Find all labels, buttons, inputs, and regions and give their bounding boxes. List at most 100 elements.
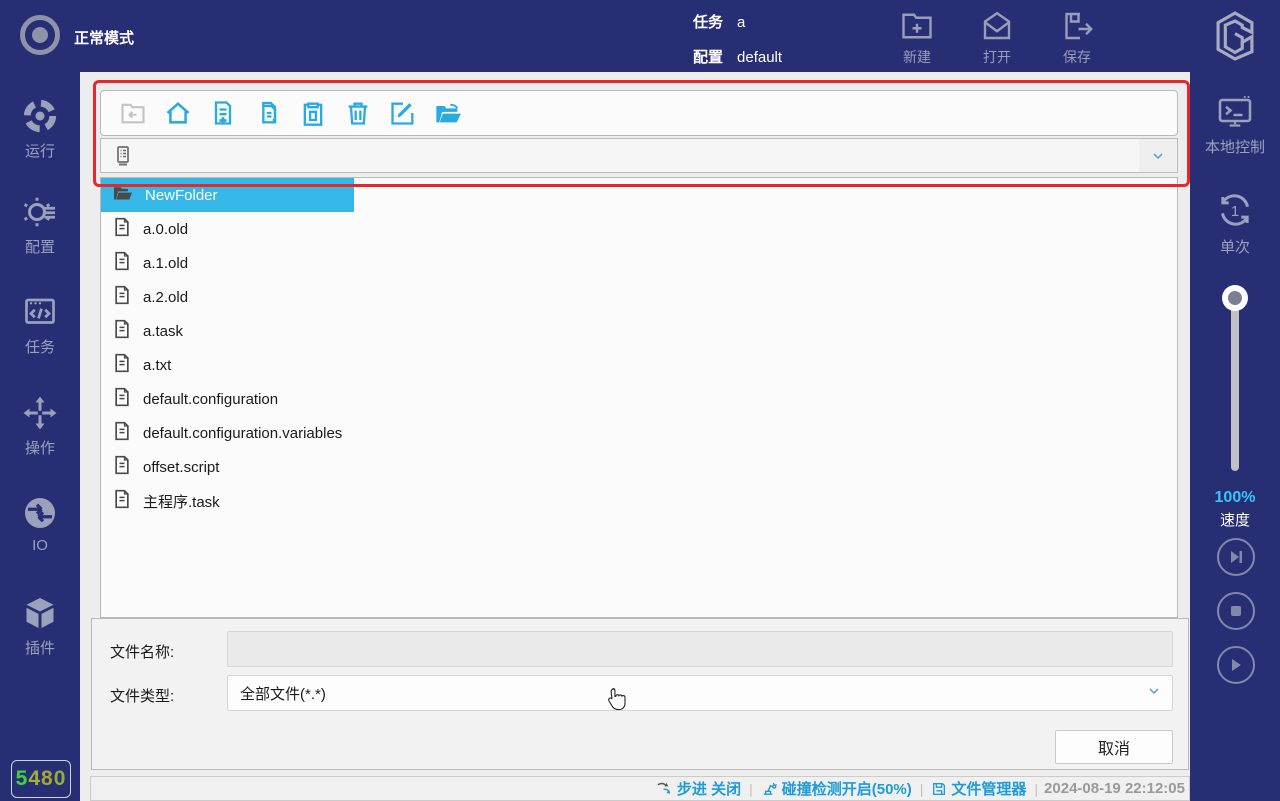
file-dialog-form: 文件名称: 文件类型: 全部文件(*.*) 取消 [91,618,1189,770]
rename-button[interactable] [380,93,425,133]
copy-icon [261,101,276,124]
sidebar-item-plugin[interactable]: 插件 [0,595,80,658]
left-sidebar: 运行 配置 任务 操作 IO 插件 5480 [0,72,80,801]
file-name: a.2.old [143,288,189,306]
svg-text:1: 1 [1231,203,1239,220]
paste-icon [303,102,322,126]
chevron-down-icon [1153,152,1163,159]
task-row: 任务 a [693,11,745,32]
brand-logo-icon [1216,11,1254,61]
filename-label: 文件名称: [110,644,175,661]
save-task-icon [1065,12,1093,40]
speed-slider-track[interactable] [1231,291,1239,471]
filename-input[interactable] [227,631,1173,667]
list-item[interactable]: a.task [101,314,1177,348]
file-list: NewFolder a.0.old a.1.old a.2.old a.task… [100,177,1178,618]
sidebar-item-task[interactable]: 任务 [0,294,80,357]
cancel-button[interactable]: 取消 [1055,730,1173,764]
play-button[interactable] [1217,646,1255,684]
file-icon [115,421,129,441]
open-task-icon [983,11,1011,40]
configure-icon [23,197,55,227]
skip-to-end-button[interactable] [1217,538,1255,576]
new-task-icon [902,13,932,39]
list-item[interactable]: offset.script [101,450,1177,484]
collision-detect-icon [763,782,777,795]
sidebar-item-operate[interactable]: 操作 [0,395,80,458]
file-icon [115,353,129,373]
mode-indicator-icon [20,15,60,55]
sidebar-item-io[interactable]: IO [0,495,80,554]
home-icon [166,101,189,124]
sidebar-item-local-control[interactable]: 本地控制 [1190,94,1280,157]
sidebar-item-configure[interactable]: 配置 [0,194,80,257]
config-row: 配置 default [693,46,782,67]
list-item[interactable]: a.1.old [101,246,1177,280]
open-folder-button[interactable] [425,93,470,133]
counter-value: 5480 [15,767,67,790]
filetype-label: 文件类型: [110,688,175,705]
list-item[interactable]: a.0.old [101,212,1177,246]
stop-button[interactable] [1217,592,1255,630]
run-icon [23,99,57,133]
delete-icon [348,102,367,125]
mode-label: 正常模式 [74,30,135,47]
file-toolbar [100,90,1178,136]
status-separator: | [749,780,753,797]
sidebar-item-label: 插件 [24,640,55,657]
skip-to-end-icon [1231,551,1242,563]
list-item[interactable]: default.configuration [101,382,1177,416]
rename-icon [390,102,413,125]
local-control-icon [1218,95,1252,127]
open-task-label: 打开 [983,49,1011,65]
copy-button[interactable] [245,93,290,133]
path-bar[interactable] [100,138,1178,173]
status-timestamp: 2024-08-19 22:12:05 [1044,780,1185,797]
stop-icon [1231,606,1241,616]
right-sidebar: 本地控制 1 单次 100% 速度 [1190,72,1280,801]
operate-icon [23,396,57,430]
list-item[interactable]: 主程序.task [101,484,1177,518]
file-name: NewFolder [145,186,218,204]
filetype-select[interactable]: 全部文件(*.*) [227,675,1173,711]
list-item[interactable]: a.2.old [101,280,1177,314]
save-task-button[interactable]: 保存 [1045,8,1109,67]
file-name: 主程序.task [143,493,220,511]
status-separator: | [1034,780,1039,797]
task-value: a [737,14,746,31]
open-folder-icon [435,103,461,123]
counter-badge: 5480 [11,760,71,798]
file-name: offset.script [143,458,220,476]
new-file-button[interactable] [200,93,245,133]
status-separator: | [919,780,924,797]
step-status: 步进 关闭 [656,778,741,799]
open-task-button[interactable]: 打开 [965,8,1029,67]
list-item[interactable]: default.configuration.variables [101,416,1177,450]
sidebar-item-single-run[interactable]: 1 单次 [1190,190,1280,257]
play-icon [1232,659,1241,671]
file-name: a.0.old [143,220,189,238]
new-file-icon [214,101,231,125]
file-name: a.task [143,322,184,340]
sidebar-item-run[interactable]: 运行 [0,98,80,161]
list-item[interactable]: a.txt [101,348,1177,382]
new-task-button[interactable]: 新建 [885,8,949,67]
speed-slider-knob[interactable] [1222,285,1248,311]
delete-button[interactable] [335,93,380,133]
io-icon [25,498,55,528]
status-bar: 步进 关闭 | 碰撞检测开启(50%) | 文件管理器 | 2024-08-19… [90,776,1190,801]
list-item[interactable]: NewFolder [101,178,354,212]
back-button[interactable] [110,93,155,133]
filetype-value: 全部文件(*.*) [240,685,326,703]
config-value: default [737,49,783,66]
paste-button[interactable] [290,93,335,133]
file-name: default.configuration.variables [143,424,343,442]
sidebar-item-label: 单次 [1219,239,1250,256]
chevron-down-icon [1149,687,1159,694]
path-dropdown-button[interactable] [1139,139,1177,172]
file-name: a.1.old [143,254,189,272]
single-run-icon: 1 [1221,194,1249,226]
home-button[interactable] [155,93,200,133]
collision-status: 碰撞检测开启(50%) [761,778,912,799]
file-icon [115,387,129,407]
